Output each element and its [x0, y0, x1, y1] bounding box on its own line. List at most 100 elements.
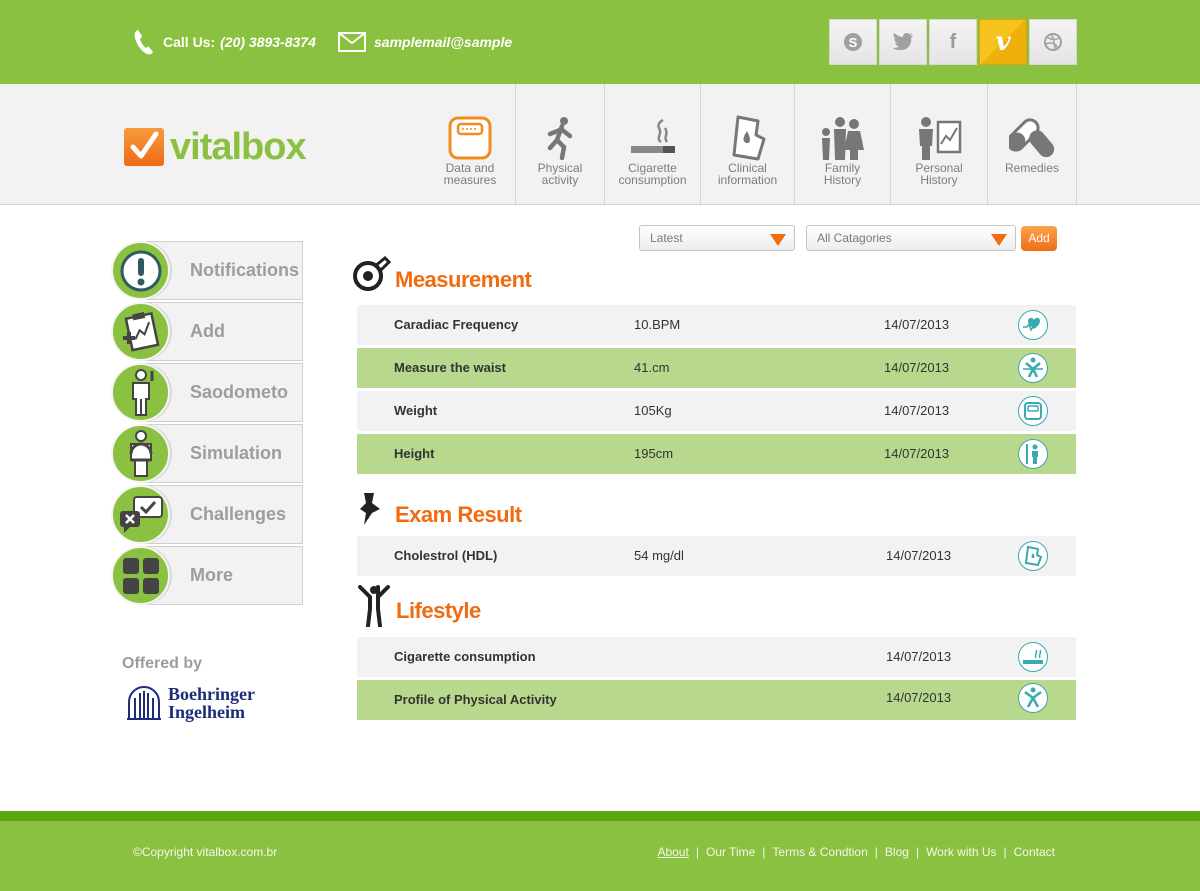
phone-number[interactable]: (20) 3893-8374 [220, 34, 316, 50]
dribbble-icon [1044, 33, 1062, 51]
skype-button[interactable]: S [829, 19, 877, 65]
category-select-value: All Catagories [817, 231, 892, 245]
person-arms-up-icon [358, 585, 390, 627]
offered-by-label: Offered by [122, 655, 203, 672]
facebook-button[interactable]: f [929, 19, 977, 65]
footer-link-terms[interactable]: Terms & Condtion [772, 845, 867, 859]
scale-icon [448, 116, 492, 160]
footer-divider [0, 811, 1200, 821]
pushpin-icon [360, 493, 380, 525]
family-icon [821, 117, 864, 160]
nav-label: Clinical information [717, 161, 778, 187]
footer-link-about[interactable]: About [657, 845, 688, 859]
vimeo-button[interactable]: v [979, 19, 1027, 65]
nav-personal-history[interactable]: Personal History [891, 84, 988, 204]
grid-icon [122, 557, 159, 594]
nav-label: Cigarette consumption [618, 161, 687, 187]
body-measure-icon [131, 368, 153, 416]
table-row[interactable]: Cholestrol (HDL) 54 mg/dl 14/07/2013 [357, 536, 1076, 576]
nav-label: Physical activity [537, 161, 583, 187]
heart-rate-icon[interactable] [1018, 310, 1048, 340]
table-row[interactable]: Cigarette consumption 14/07/2013 [357, 637, 1076, 677]
sidebar-item-add[interactable]: Add [111, 302, 303, 362]
sidebar-item-label: Notifications [190, 260, 300, 280]
vimeo-icon: v [995, 27, 1011, 57]
table-row[interactable]: Height 195cm 14/07/2013 [357, 434, 1076, 474]
sidebar-item-challenges[interactable]: Challenges [111, 485, 303, 545]
category-select[interactable]: All Catagories [806, 225, 1016, 251]
footer: ©Copyright vitalbox.com.br About | Our T… [0, 821, 1200, 891]
nav-cigarette-consumption[interactable]: Cigarette consumption [605, 84, 701, 204]
partner-name-line1: Boehringer [168, 684, 255, 704]
nav-remedies[interactable]: Remedies [988, 84, 1077, 204]
sort-select-value: Latest [650, 231, 683, 245]
table-row[interactable]: Caradiac Frequency 10.BPM 14/07/2013 [357, 305, 1076, 345]
dribbble-button[interactable] [1029, 19, 1077, 65]
nav-clinical-information[interactable]: Clinical information [701, 84, 795, 204]
mail-icon [338, 32, 366, 52]
footer-link-blog[interactable]: Blog [885, 845, 909, 859]
table-row[interactable]: Weight 105Kg 14/07/2013 [357, 391, 1076, 431]
chevron-down-icon [991, 234, 1007, 246]
social-links: S f v [829, 19, 1079, 65]
sidebar-item-notifications[interactable]: Notifications [111, 241, 303, 301]
section-title-measurement: Measurement [395, 267, 532, 292]
table-row[interactable]: Profile of Physical Activity 14/07/2013 [357, 680, 1076, 720]
running-icon [547, 117, 573, 160]
height-icon[interactable] [1018, 439, 1048, 469]
sort-select[interactable]: Latest [639, 225, 795, 251]
sidebar-item-label: Add [190, 321, 225, 341]
main-nav: Data and measures Physical activity Ciga… [425, 84, 1077, 204]
facebook-icon: f [949, 30, 957, 53]
sidebar-item-label: More [190, 565, 234, 585]
nav-label: Personal History [915, 161, 963, 187]
simulation-icon [129, 429, 152, 477]
sidebar-item-more[interactable]: More [111, 546, 303, 606]
footer-link-our-time[interactable]: Our Time [706, 845, 755, 859]
top-bar: Call Us: (20) 3893-8374 samplemail@sampl… [0, 0, 1200, 84]
sidebar-item-label: Simulation [190, 443, 283, 463]
scale-icon[interactable] [1018, 396, 1048, 426]
nav-family-history[interactable]: Family History [795, 84, 891, 204]
phone-icon [134, 30, 153, 55]
sidebar-item-label: Saodometo [190, 382, 289, 402]
twitter-button[interactable] [879, 19, 927, 65]
partner-logo[interactable]: Boehringer Ingelheim [126, 684, 255, 722]
email-contact: samplemail@sample [338, 28, 512, 56]
clipboard-add-icon [122, 311, 160, 352]
add-button[interactable]: Add [1021, 226, 1057, 251]
svg-text:S: S [849, 35, 858, 50]
logo-check-icon [124, 128, 164, 166]
partner-name-line2: Ingelheim [168, 702, 246, 722]
clinical-icon [732, 115, 765, 161]
footer-links: About | Our Time | Terms & Condtion | Bl… [657, 845, 1055, 859]
tape-measure-icon [353, 256, 391, 291]
sidebar-item-simulation[interactable]: Simulation [111, 424, 303, 484]
personal-history-icon [919, 117, 962, 160]
logo-wordmark: vitalbox [170, 126, 307, 168]
twitter-icon [893, 33, 913, 50]
clinical-icon[interactable] [1018, 541, 1048, 571]
waist-icon[interactable] [1018, 353, 1048, 383]
sidebar-item-saodometo[interactable]: Saodometo [111, 363, 303, 423]
nav-label: Family History [823, 161, 862, 187]
header: vitalbox Data and measures Physical acti… [0, 84, 1200, 205]
copyright: ©Copyright vitalbox.com.br [133, 845, 278, 859]
section-title-exam-result: Exam Result [395, 502, 522, 527]
nav-data-measures[interactable]: Data and measures [425, 84, 516, 204]
footer-link-work-with-us[interactable]: Work with Us [926, 845, 996, 859]
chevron-down-icon [770, 234, 786, 246]
nav-physical-activity[interactable]: Physical activity [516, 84, 605, 204]
vitalbox-logo[interactable]: vitalbox [124, 126, 307, 168]
cigarette-icon[interactable] [1018, 642, 1048, 672]
section-title-lifestyle: Lifestyle [396, 598, 481, 623]
physical-activity-icon[interactable] [1018, 683, 1048, 713]
skype-icon: S [844, 33, 862, 51]
pills-icon [1009, 118, 1055, 158]
nav-label: Data and measures [443, 161, 497, 187]
phone-contact: Call Us: (20) 3893-8374 [133, 28, 316, 56]
footer-link-contact[interactable]: Contact [1014, 845, 1055, 859]
partner-emblem-icon [127, 686, 161, 720]
table-row[interactable]: Measure the waist 41.cm 14/07/2013 [357, 348, 1076, 388]
email-address[interactable]: samplemail@sample [374, 34, 512, 50]
